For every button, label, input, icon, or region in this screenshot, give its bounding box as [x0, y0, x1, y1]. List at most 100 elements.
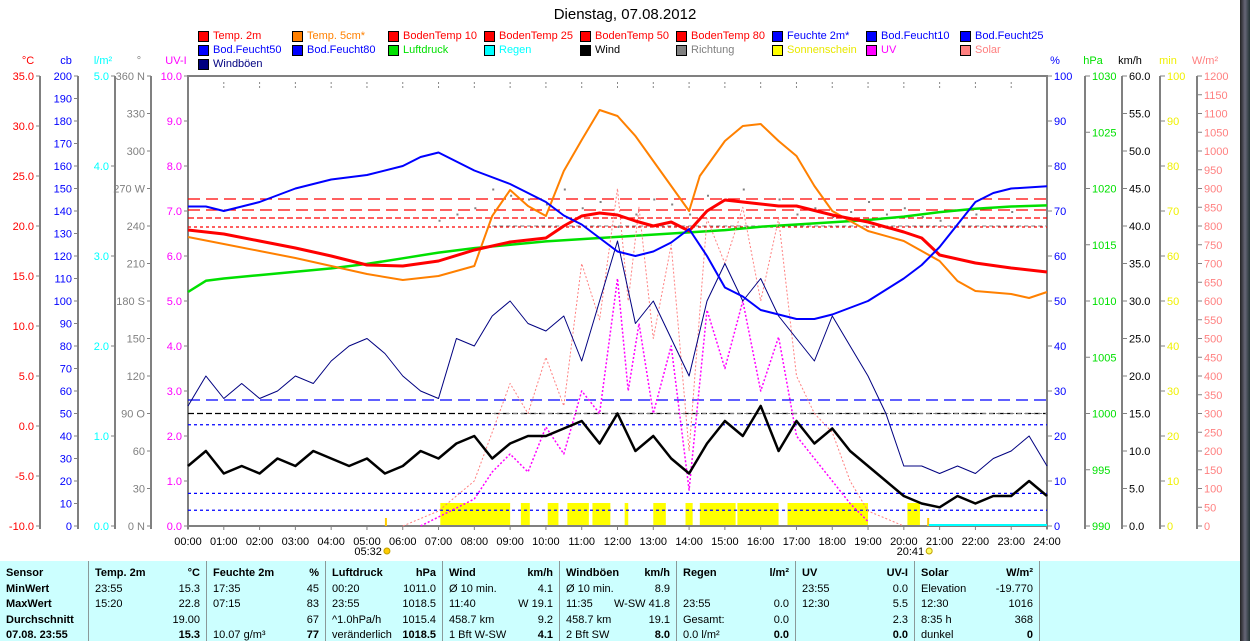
direction-point — [885, 213, 888, 216]
cell-value: 45 — [306, 582, 319, 595]
direction-point — [563, 188, 566, 191]
axis-tick-label-wm2: 350 — [1204, 390, 1222, 402]
axis-tick-label-hum: 20 — [1054, 431, 1066, 443]
x-tick-label: 14:00 — [675, 536, 703, 548]
cell-label: MaxWert — [6, 598, 52, 610]
cell-label: 2 Bft SW — [566, 629, 610, 641]
axis-tick-label-hum: 0 — [1054, 521, 1060, 533]
column-header: Sensor — [6, 567, 44, 579]
axis-tick-label-rain: 1.0 — [94, 431, 109, 443]
cell-value: 5.5 — [892, 598, 908, 610]
column-unit: °C — [187, 567, 200, 579]
axis-tick-label-hum: 50 — [1054, 296, 1066, 308]
table-row: 2.3 — [796, 613, 914, 629]
table-row: 23:55 0.0 — [677, 597, 795, 613]
table-row: 00:20 1011.0 — [326, 582, 442, 598]
axis-tick-label-hum: 60 — [1054, 251, 1066, 263]
axis-tick-label-wm2: 500 — [1204, 334, 1222, 346]
axis-tick-label-cb: 200 — [54, 71, 72, 83]
table-row: Ø 10 min. 4.1 — [443, 582, 559, 598]
table-row: 23:55 15.3 — [89, 582, 206, 598]
table-row: 07.08. 23:55 — [0, 628, 88, 644]
axis-tick-label-wm2: 250 — [1204, 427, 1222, 439]
table-row: 11:35 W-SW 41.8 — [560, 597, 676, 613]
cell-label: MinWert — [6, 582, 50, 595]
axis-tick-label-kmh: 10.0 — [1129, 446, 1150, 458]
axis-tick-label-kmh: 40.0 — [1129, 221, 1150, 233]
axis-tick-label-kmh: 60.0 — [1129, 71, 1150, 83]
axis-tick-label-dir: 180 S — [116, 296, 145, 308]
axis-tick-label-wm2: 450 — [1204, 352, 1222, 364]
axis-tick-label-kmh: 30.0 — [1129, 296, 1150, 308]
cell-value: 1011.0 — [403, 582, 436, 595]
axis-tick-label-cb: 50 — [60, 409, 72, 421]
axis-tick-label-dir: 240 — [127, 221, 145, 233]
axis-tick-label-wm2: 1200 — [1204, 71, 1228, 83]
cell-label: 458.7 km — [566, 613, 612, 626]
x-tick-label: 15:00 — [711, 536, 739, 548]
axis-tick-label-cb: 140 — [54, 206, 72, 218]
axis-tick-label-dir: 150 — [127, 334, 145, 346]
sunshine-bar — [787, 503, 869, 525]
cell-label: 12:30 — [921, 598, 949, 610]
axis-tick-label-kmh: 25.0 — [1129, 334, 1150, 346]
weather-chart: °C -10.0 -5.0 0.0 5.0 10.0 15.0 20.0 25.0 30.0 35.… — [9, 55, 1229, 558]
axis-tick-label-cb: 90 — [60, 319, 72, 331]
axis-tick-label-wm2: 100 — [1204, 484, 1222, 496]
x-tick-label: 17:00 — [783, 536, 811, 548]
table-row: 2 Bft SW 8.0 — [560, 628, 676, 644]
table-row: 07:15 83 — [207, 597, 325, 613]
sunset-sun-icon — [925, 547, 933, 555]
cell-value: 1015.4 — [402, 613, 436, 626]
table-row: 0.0 — [796, 628, 914, 644]
x-tick-label: 08:00 — [461, 536, 489, 548]
cell-value: 0.0 — [773, 629, 789, 641]
axis-unit-uvi: UV-I — [165, 55, 186, 67]
x-tick-label: 00:00 — [174, 536, 202, 548]
axis-tick-label-dir: 210 — [127, 259, 145, 271]
cell-value: W-SW 41.8 — [613, 598, 670, 610]
table-row: MaxWert — [0, 597, 88, 613]
direction-point — [510, 194, 513, 197]
axis-tick-label-cb: 20 — [60, 476, 72, 488]
cell-label: Durchschnitt — [6, 613, 74, 626]
cell-label: 11:40 — [449, 598, 476, 610]
axis-tick-label-cb: 70 — [60, 364, 72, 376]
axis-tick-label-hpa: 990 — [1092, 521, 1110, 533]
x-tick-label: 01:00 — [210, 536, 238, 548]
cell-label: Gesamt: — [683, 613, 725, 626]
column-header: Temp. 2m — [95, 567, 146, 579]
cell-value: 83 — [306, 598, 319, 610]
direction-point — [814, 207, 817, 210]
table-row: MinWert — [0, 582, 88, 598]
x-tick-label: 02:00 — [246, 536, 274, 548]
cell-value: 19.1 — [648, 613, 670, 626]
window-edge-scrollbar[interactable] — [1240, 0, 1250, 641]
axis-tick-label-kmh: 35.0 — [1129, 259, 1150, 271]
axis-tick-label-cb: 150 — [54, 184, 72, 196]
cell-label: 23:55 — [802, 582, 830, 595]
axis-tick-label-hpa: 1000 — [1092, 409, 1116, 421]
table-column: Sensor MinWert MaxWert Durchschnitt 07.08. 2… — [0, 561, 89, 641]
axis-tick-label-min: 20 — [1167, 431, 1179, 443]
axis-tick-label-kmh: 15.0 — [1129, 409, 1150, 421]
axis-tick-label-cb: 10 — [60, 499, 72, 511]
axis-tick-label-uvi: 0.0 — [167, 521, 182, 533]
axis-tick-label-uvi: 5.0 — [167, 296, 182, 308]
table-column: Temp. 2m °C 23:55 15.3 15:20 22.8 19.00 15.3 — [89, 561, 207, 641]
sunset-time: 20:41 — [897, 546, 925, 558]
axis-tick-label-cb: 60 — [60, 386, 72, 398]
direction-point — [1011, 211, 1014, 213]
sunshine-bar — [699, 503, 736, 525]
cell-value: 15.3 — [178, 629, 200, 641]
axis-tick-label-kmh: 50.0 — [1129, 146, 1150, 158]
direction-point — [689, 213, 692, 216]
axis-tick-label-uvi: 4.0 — [167, 341, 182, 353]
axis-tick-label-rain: 3.0 — [94, 251, 109, 263]
cell-label: 17:35 — [213, 582, 241, 595]
direction-point — [850, 211, 853, 213]
direction-point — [528, 198, 531, 201]
axis-tick-label-min: 40 — [1167, 341, 1179, 353]
axis-unit-hum: % — [1050, 55, 1060, 67]
axis-unit-hpa: hPa — [1083, 55, 1103, 67]
